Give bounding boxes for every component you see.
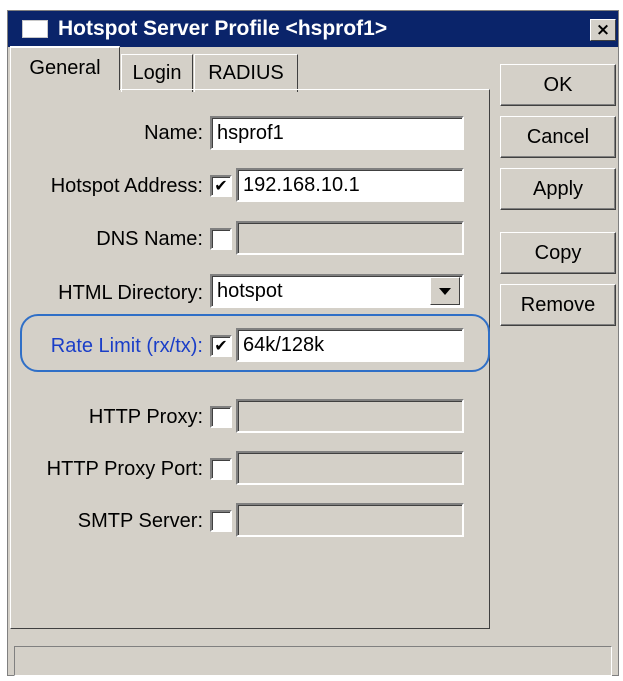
- tab-radius[interactable]: RADIUS: [194, 54, 298, 92]
- window-title: Hotspot Server Profile <hsprof1>: [58, 17, 388, 40]
- apply-button[interactable]: Apply: [500, 168, 616, 210]
- window-icon: [22, 20, 48, 38]
- tab-login[interactable]: Login: [121, 54, 193, 92]
- status-bar: [14, 646, 612, 676]
- copy-button[interactable]: Copy: [500, 232, 616, 274]
- title-bar[interactable]: Hotspot Server Profile <hsprof1> ×: [8, 11, 618, 47]
- tab-general[interactable]: General: [10, 46, 120, 90]
- ok-button[interactable]: OK: [500, 64, 616, 106]
- general-tab-panel: [10, 89, 490, 629]
- close-icon[interactable]: ×: [590, 19, 616, 41]
- remove-button[interactable]: Remove: [500, 284, 616, 326]
- cancel-button[interactable]: Cancel: [500, 116, 616, 158]
